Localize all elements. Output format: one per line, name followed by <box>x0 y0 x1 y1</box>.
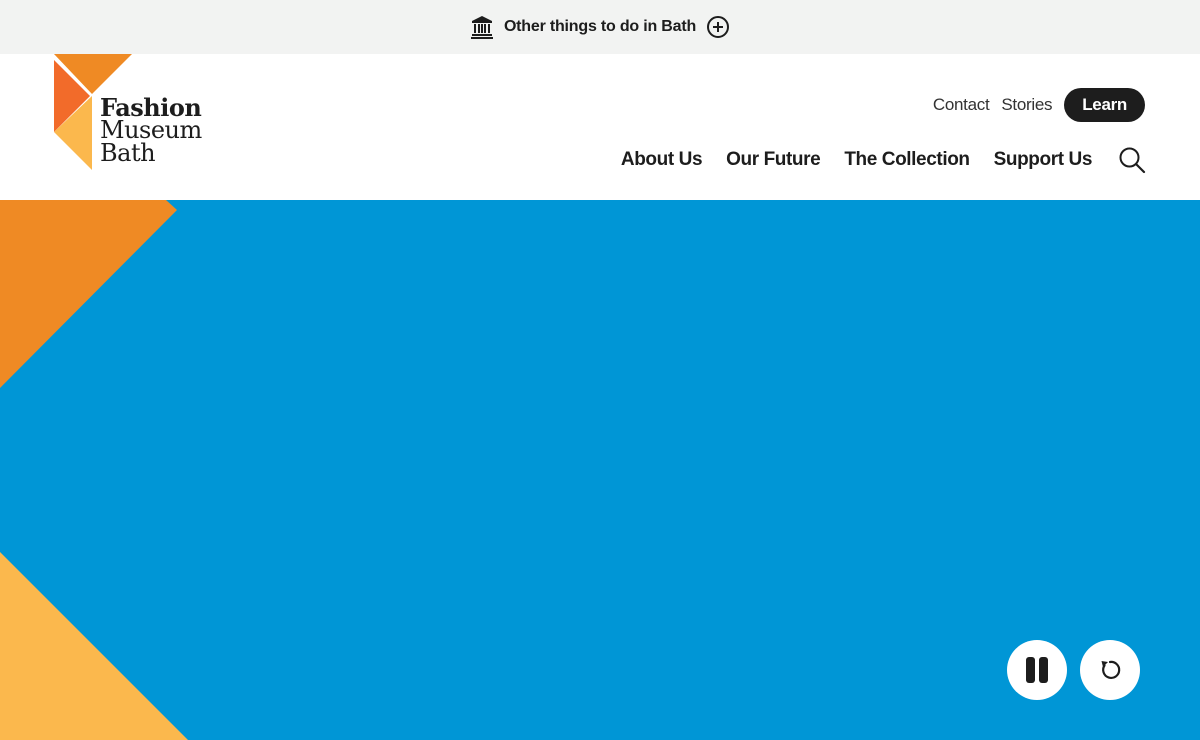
nav-item-support-us[interactable]: Support Us <box>994 149 1093 171</box>
site-header: Fashion Museum Bath Contact Stories Lear… <box>0 54 1200 200</box>
site-logo[interactable]: Fashion Museum Bath <box>54 54 214 170</box>
other-things-link[interactable]: Other things to do in Bath <box>504 18 696 36</box>
museum-building-icon <box>470 15 494 39</box>
contact-link[interactable]: Contact <box>933 95 990 115</box>
pause-button[interactable] <box>1007 640 1067 700</box>
top-bar: Other things to do in Bath <box>0 0 1200 54</box>
main-nav: About Us Our Future The Collection Suppo… <box>621 146 1146 174</box>
replay-button[interactable] <box>1080 640 1140 700</box>
plus-circle-icon[interactable] <box>706 15 730 39</box>
logo-line-bath: Bath <box>100 139 156 167</box>
logo-wordmark: Fashion Museum Bath <box>100 96 202 167</box>
replay-icon <box>1101 660 1121 679</box>
stories-link[interactable]: Stories <box>1001 95 1052 115</box>
utility-nav: Contact Stories Learn <box>933 88 1145 122</box>
learn-button[interactable]: Learn <box>1064 88 1145 122</box>
nav-item-our-future[interactable]: Our Future <box>726 149 821 171</box>
pause-icon <box>1026 657 1048 683</box>
nav-item-about-us[interactable]: About Us <box>621 149 703 171</box>
hero-banner <box>0 200 1200 740</box>
search-icon[interactable] <box>1118 146 1146 174</box>
nav-item-the-collection[interactable]: The Collection <box>844 149 970 171</box>
